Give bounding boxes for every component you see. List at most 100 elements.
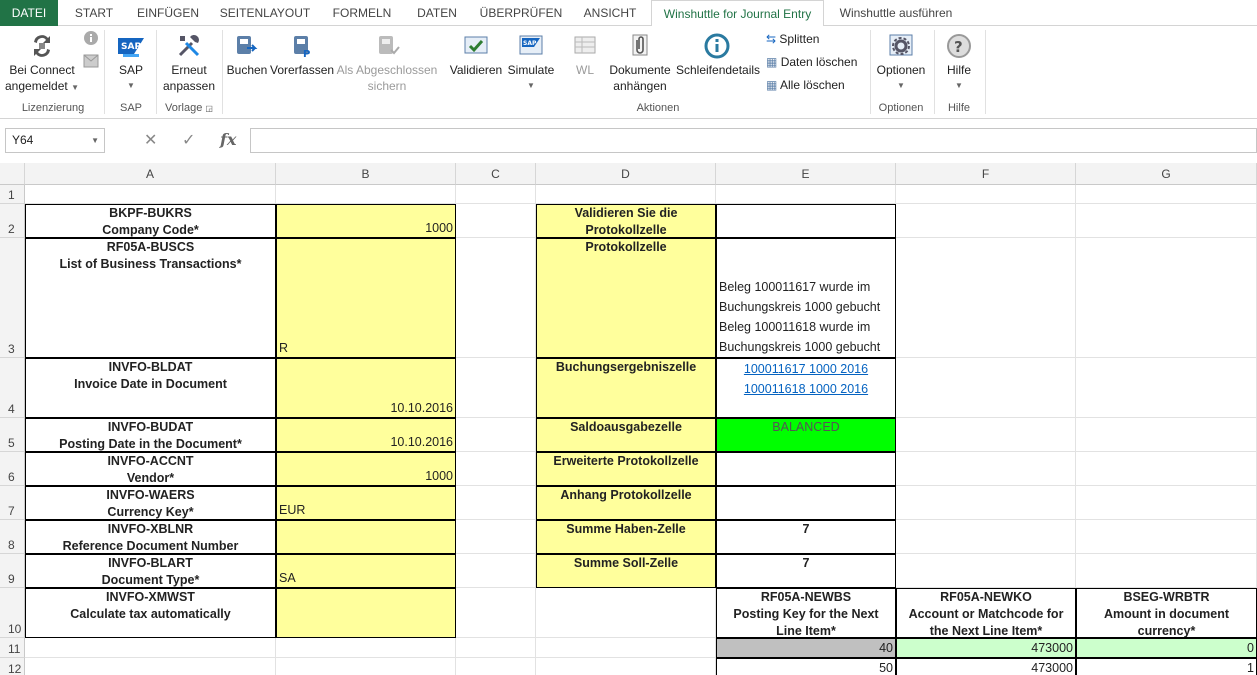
control-label-cell[interactable]: Protokollzelle [536,238,716,358]
line-item-cell[interactable]: 473000 [896,658,1076,675]
row-header-1[interactable]: 1 [0,185,25,204]
column-header-b[interactable]: B [276,163,456,185]
row-header-2[interactable]: 2 [0,204,25,238]
clear-all-button[interactable]: ▦ Alle löschen [766,78,845,92]
row-header-12[interactable]: 12 [0,658,25,675]
field-label-cell[interactable]: INVFO-WAERS Currency Key* [25,486,276,520]
field-value-cell[interactable]: 10.10.2016 [276,358,456,418]
control-label-cell[interactable]: Summe Soll-Zelle [536,554,716,588]
validate-button[interactable]: Validieren [448,32,504,78]
post-button[interactable]: Buchen [226,32,268,78]
field-value-cell[interactable]: R [276,238,456,358]
tab-review[interactable]: ÜBERPRÜFEN [476,0,566,26]
field-label-cell[interactable]: INVFO-BLART Document Type* [25,554,276,588]
field-label-cell[interactable]: BKPF-BUKRS Company Code* [25,204,276,238]
line-header-cell[interactable]: RF05A-NEWKO Account or Matchcode for the N… [896,588,1076,638]
control-label-cell[interactable]: Saldoausgabezelle [536,418,716,452]
field-value-cell[interactable]: 10.10.2016 [276,418,456,452]
line-item-cell[interactable]: 1 [1076,658,1257,675]
row-header-4[interactable]: 4 [0,358,25,418]
control-value-cell[interactable] [716,452,896,486]
sap-button[interactable]: SAP SAP ▼ [112,32,150,94]
name-box[interactable]: Y64 ▼ [5,128,105,153]
renew-customize-button[interactable]: Erneut anpassen [160,32,218,94]
column-header-a[interactable]: A [25,163,276,185]
info-icon[interactable] [83,30,99,46]
field-value-cell[interactable]: 1000 [276,204,456,238]
line-item-cell[interactable]: 0 [1076,638,1257,658]
control-label-cell[interactable]: Erweiterte Protokollzelle [536,452,716,486]
field-label-cell[interactable]: INVFO-BUDAT Posting Date in the Document* [25,418,276,452]
line-item-cell[interactable]: 50 [716,658,896,675]
function-icon[interactable]: fx [220,130,236,149]
tab-winshuttle-journal[interactable]: Winshuttle for Journal Entry [651,0,824,27]
control-label-cell[interactable]: Buchungsergebniszelle [536,358,716,418]
tab-insert[interactable]: EINFÜGEN [130,0,206,26]
row-header-10[interactable]: 10 [0,588,25,638]
formula-input[interactable] [250,128,1257,153]
split-button[interactable]: ⇆ Splitten [766,32,819,46]
line-item-cell[interactable]: 473000 [896,638,1076,658]
tab-formulas[interactable]: FORMELN [324,0,400,26]
field-label-cell[interactable]: INVFO-ACCNT Vendor* [25,452,276,486]
row-header-3[interactable]: 3 [0,238,25,358]
park-button[interactable]: P Vorerfassen [270,32,334,78]
tab-winshuttle-run[interactable]: Winshuttle ausführen [832,0,960,26]
control-label-cell[interactable]: Summe Haben-Zelle [536,520,716,554]
cancel-icon[interactable]: ✕ [144,130,157,150]
help-button[interactable]: ? Hilfe ▼ [940,32,978,94]
line-item-cell[interactable]: 40 [716,638,896,658]
connect-button[interactable]: Bei Connect angemeldet ▼ [4,32,80,96]
loop-details-button[interactable]: Schleifendetails [676,32,760,78]
wl-button[interactable]: WL [566,32,604,78]
document-link[interactable]: 100011618 1000 2016 [717,379,895,399]
control-value-cell[interactable]: 7 [716,520,896,554]
field-value-cell[interactable] [276,520,456,554]
field-label-cell[interactable]: RF05A-BUSCS List of Business Transactions… [25,238,276,358]
mail-icon[interactable] [83,54,99,68]
confirm-icon[interactable]: ✓ [182,130,195,150]
line-header-cell[interactable]: BSEG-WRBTR Amount in document currency* [1076,588,1257,638]
field-value-cell[interactable] [276,588,456,638]
save-completed-button[interactable]: Als Abgeschlossen sichern [336,32,438,94]
field-value-cell[interactable]: SA [276,554,456,588]
control-label-cell[interactable]: Validieren Sie die Protokollzelle [536,204,716,238]
column-header-f[interactable]: F [896,163,1076,185]
field-label-cell[interactable]: INVFO-BLDAT Invoice Date in Document [25,358,276,418]
field-label-cell[interactable]: INVFO-XMWST Calculate tax automatically [25,588,276,638]
row-header-6[interactable]: 6 [0,452,25,486]
attach-documents-button[interactable]: Dokumente anhängen [606,32,674,94]
dialog-launcher-icon[interactable]: ◲ [205,104,213,113]
row-header-9[interactable]: 9 [0,554,25,588]
column-header-g[interactable]: G [1076,163,1257,185]
tab-view[interactable]: ANSICHT [576,0,644,26]
row-header-8[interactable]: 8 [0,520,25,554]
control-value-cell[interactable] [716,486,896,520]
control-value-cell[interactable]: 7 [716,554,896,588]
row-header-5[interactable]: 5 [0,418,25,452]
tab-start[interactable]: START [68,0,120,26]
document-link[interactable]: 100011617 1000 2016 [717,359,895,379]
tab-data[interactable]: DATEN [408,0,466,26]
control-label-cell[interactable]: Anhang Protokollzelle [536,486,716,520]
column-header-d[interactable]: D [536,163,716,185]
select-all-corner[interactable] [0,163,25,185]
row-header-11[interactable]: 11 [0,638,25,658]
simulate-button[interactable]: SAP Simulate ▼ [505,32,557,94]
line-header-cell[interactable]: RF05A-NEWBS Posting Key for the Next Line … [716,588,896,638]
field-label-cell[interactable]: INVFO-XBLNR Reference Document Number [25,520,276,554]
clear-data-button[interactable]: ▦ Daten löschen [766,55,857,69]
field-value-cell[interactable]: 1000 [276,452,456,486]
column-header-e[interactable]: E [716,163,896,185]
control-value-cell[interactable] [716,204,896,238]
tab-file[interactable]: DATEI [0,0,58,26]
options-button[interactable]: Optionen ▼ [874,32,928,94]
control-value-cell[interactable]: BALANCED [716,418,896,452]
control-value-cell[interactable]: 100011617 1000 2016 100011618 1000 2016 [716,358,896,418]
tab-page-layout[interactable]: SEITENLAYOUT [216,0,314,26]
row-header-7[interactable]: 7 [0,486,25,520]
chevron-down-icon[interactable]: ▼ [91,129,99,152]
column-header-c[interactable]: C [456,163,536,185]
control-value-cell[interactable]: Beleg 100011617 wurde im Buchungskreis 10… [716,238,896,358]
field-value-cell[interactable]: EUR [276,486,456,520]
